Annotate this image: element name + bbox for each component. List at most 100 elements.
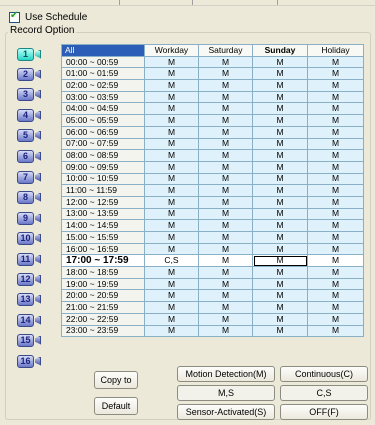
schedule-cell[interactable]: M: [252, 137, 308, 151]
camera-15-button[interactable]: 15: [17, 333, 43, 347]
schedule-cell[interactable]: M: [307, 254, 364, 268]
schedule-cell[interactable]: M: [144, 277, 199, 291]
schedule-cell[interactable]: M: [252, 231, 308, 244]
time-slot-label[interactable]: 11:00 ~ 11:59: [61, 184, 145, 197]
table-row[interactable]: 20:00 ~ 20:59 M M M M: [61, 289, 364, 303]
table-row[interactable]: 09:00 ~ 09:59 M M M M: [61, 160, 364, 174]
camera-4-button[interactable]: 4: [17, 108, 43, 122]
schedule-cell[interactable]: M: [252, 114, 308, 127]
schedule-cell[interactable]: M: [252, 324, 308, 338]
schedule-cell[interactable]: M: [307, 125, 364, 139]
schedule-cell[interactable]: M: [252, 55, 308, 69]
table-row[interactable]: 15:00 ~ 15:59 M M M M: [61, 231, 364, 244]
column-header-saturday[interactable]: Saturday: [198, 44, 253, 57]
time-slot-label[interactable]: 07:00 ~ 07:59: [61, 137, 145, 151]
schedule-cell[interactable]: M: [252, 195, 308, 209]
schedule-cell[interactable]: M: [252, 79, 308, 92]
schedule-cell[interactable]: M: [252, 184, 308, 197]
copy-to-button[interactable]: Copy to: [94, 371, 138, 389]
schedule-cell[interactable]: M: [252, 125, 308, 139]
schedule-cell[interactable]: M: [252, 102, 308, 116]
time-slot-label[interactable]: 12:00 ~ 12:59: [61, 195, 145, 209]
schedule-cell[interactable]: M: [198, 195, 253, 209]
schedule-cell[interactable]: M: [252, 67, 308, 81]
time-slot-label[interactable]: 15:00 ~ 15:59: [61, 231, 145, 244]
schedule-cell[interactable]: M: [307, 312, 364, 326]
camera-2-button[interactable]: 2: [17, 67, 43, 81]
time-slot-label[interactable]: 23:00 ~ 23:59: [61, 324, 145, 338]
sensor-activated-button[interactable]: Sensor-Activated(S): [177, 404, 275, 420]
schedule-cell[interactable]: M: [307, 102, 364, 116]
table-row[interactable]: 18:00 ~ 18:59 M M M M: [61, 266, 364, 279]
schedule-cell[interactable]: M: [198, 289, 253, 303]
schedule-cell[interactable]: M: [198, 102, 253, 116]
schedule-cell[interactable]: M: [144, 184, 199, 197]
schedule-cell[interactable]: M: [144, 324, 199, 338]
schedule-cell[interactable]: M: [144, 195, 199, 209]
schedule-cell[interactable]: M: [307, 172, 364, 186]
schedule-cell[interactable]: M: [307, 137, 364, 151]
schedule-cell[interactable]: M: [198, 149, 253, 162]
table-row[interactable]: 03:00 ~ 03:59 M M M M: [61, 90, 364, 104]
use-schedule-checkbox[interactable]: [9, 10, 20, 23]
default-button[interactable]: Default: [94, 397, 138, 415]
camera-9-button[interactable]: 9: [17, 211, 43, 225]
camera-16-button[interactable]: 16: [17, 354, 43, 368]
table-row[interactable]: 05:00 ~ 05:59 M M M M: [61, 114, 364, 127]
table-row[interactable]: 19:00 ~ 19:59 M M M M: [61, 277, 364, 291]
schedule-cell[interactable]: M: [198, 114, 253, 127]
schedule-cell[interactable]: M: [144, 102, 199, 116]
time-slot-label[interactable]: 06:00 ~ 06:59: [61, 125, 145, 139]
schedule-cell[interactable]: M: [307, 149, 364, 162]
schedule-cell[interactable]: M: [307, 231, 364, 244]
table-row[interactable]: 12:00 ~ 12:59 M M M M: [61, 195, 364, 209]
schedule-cell[interactable]: M: [198, 324, 253, 338]
schedule-cell[interactable]: M: [307, 160, 364, 174]
camera-3-button[interactable]: 3: [17, 87, 43, 101]
schedule-cell[interactable]: M: [252, 289, 308, 303]
time-slot-label[interactable]: 20:00 ~ 20:59: [61, 289, 145, 303]
schedule-cell[interactable]: M: [198, 312, 253, 326]
time-slot-label[interactable]: 05:00 ~ 05:59: [61, 114, 145, 127]
column-header-holiday[interactable]: Holiday: [307, 44, 364, 57]
schedule-cell[interactable]: M: [144, 160, 199, 174]
schedule-cell[interactable]: M: [198, 184, 253, 197]
table-row[interactable]: 04:00 ~ 04:59 M M M M: [61, 102, 364, 116]
time-slot-label[interactable]: 13:00 ~ 13:59: [61, 207, 145, 221]
camera-14-button[interactable]: 14: [17, 313, 43, 327]
schedule-cell[interactable]: M: [198, 55, 253, 69]
schedule-cell[interactable]: M: [198, 231, 253, 244]
schedule-cell[interactable]: M: [252, 266, 308, 279]
table-row[interactable]: 23:00 ~ 23:59 M M M M: [61, 324, 364, 338]
schedule-cell[interactable]: M: [144, 231, 199, 244]
schedule-cell[interactable]: M: [252, 207, 308, 221]
table-row[interactable]: 14:00 ~ 14:59 M M M M: [61, 219, 364, 232]
time-slot-label[interactable]: 21:00 ~ 21:59: [61, 301, 145, 314]
schedule-cell[interactable]: M: [198, 125, 253, 139]
schedule-cell[interactable]: M: [198, 79, 253, 92]
schedule-cell[interactable]: M: [198, 137, 253, 151]
table-row[interactable]: 02:00 ~ 02:59 M M M M: [61, 79, 364, 92]
schedule-cell[interactable]: M: [198, 219, 253, 232]
schedule-cell[interactable]: M: [198, 266, 253, 279]
schedule-cell[interactable]: M: [198, 207, 253, 221]
table-row[interactable]: 11:00 ~ 11:59 M M M M: [61, 184, 364, 197]
time-slot-label[interactable]: 22:00 ~ 22:59: [61, 312, 145, 326]
time-slot-label[interactable]: 01:00 ~ 01:59: [61, 67, 145, 81]
table-row[interactable]: 07:00 ~ 07:59 M M M M: [61, 137, 364, 151]
table-row[interactable]: 22:00 ~ 22:59 M M M M: [61, 312, 364, 326]
table-row[interactable]: 10:00 ~ 10:59 M M M M: [61, 172, 364, 186]
schedule-cell[interactable]: M: [144, 90, 199, 104]
schedule-cell[interactable]: M: [144, 149, 199, 162]
schedule-cell[interactable]: M: [198, 277, 253, 291]
camera-8-button[interactable]: 8: [17, 190, 43, 204]
time-slot-label[interactable]: 03:00 ~ 03:59: [61, 90, 145, 104]
schedule-cell[interactable]: M: [144, 242, 199, 256]
schedule-cell[interactable]: M: [307, 184, 364, 197]
schedule-cell[interactable]: M: [252, 219, 308, 232]
time-slot-label[interactable]: 16:00 ~ 16:59: [61, 242, 145, 256]
schedule-cell[interactable]: M: [252, 90, 308, 104]
schedule-cell[interactable]: M: [144, 312, 199, 326]
camera-7-button[interactable]: 7: [17, 170, 43, 184]
time-slot-label[interactable]: 18:00 ~ 18:59: [61, 266, 145, 279]
